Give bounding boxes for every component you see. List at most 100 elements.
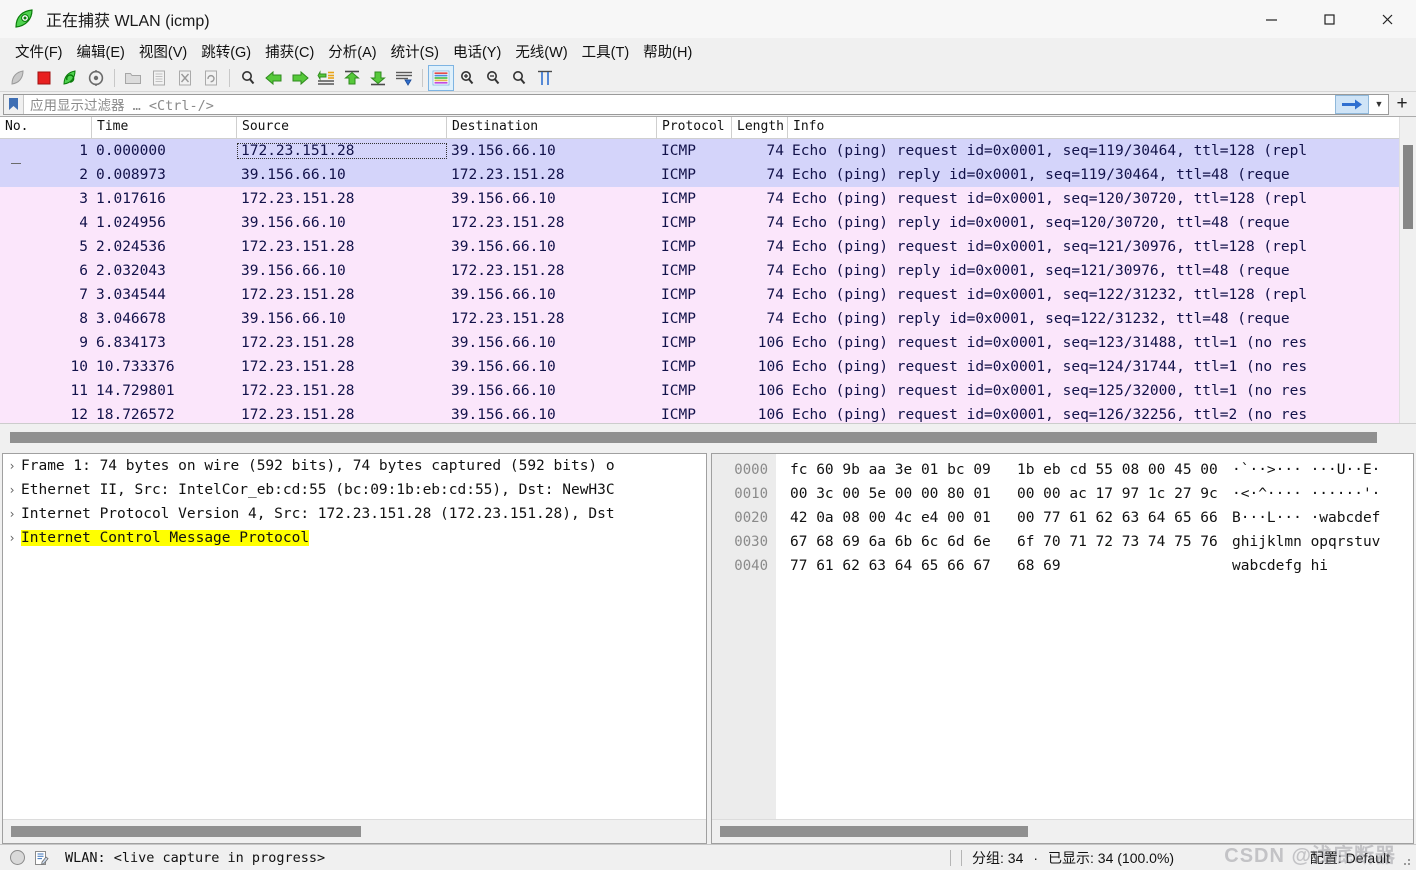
menu-analyze[interactable]: 分析(A) (321, 38, 383, 65)
column-header-protocol[interactable]: Protocol (657, 117, 732, 138)
zoom-out-icon[interactable] (481, 66, 505, 90)
detail-tree-item[interactable]: › Internet Protocol Version 4, Src: 172.2… (3, 502, 706, 526)
scrollbar-thumb[interactable] (1403, 145, 1413, 229)
cell-source: 39.156.66.10 (241, 215, 346, 231)
table-row[interactable]: 1 0.000000 172.23.151.28 39.156.66.10 ICMP 74… (0, 139, 1399, 164)
scrollbar-thumb[interactable] (720, 826, 1028, 837)
go-first-packet-icon[interactable] (340, 66, 364, 90)
menu-tools[interactable]: 工具(T) (575, 38, 637, 65)
menu-edit[interactable]: 编辑(E) (70, 38, 132, 65)
go-last-packet-icon[interactable] (366, 66, 390, 90)
reload-file-icon[interactable] (199, 66, 223, 90)
menu-go[interactable]: 跳转(G) (194, 38, 258, 65)
menu-capture[interactable]: 捕获(C) (258, 38, 321, 65)
filter-input-container[interactable]: 应用显示过滤器 … <Ctrl-/> ▼ (3, 93, 1389, 115)
stop-capture-icon[interactable] (32, 66, 56, 90)
detail-tree-item[interactable]: › Ethernet II, Src: IntelCor_eb:cd:55 (bc… (3, 478, 706, 502)
table-row[interactable]: 12 18.726572 172.23.151.28 39.156.66.10 ICMP… (0, 403, 1399, 423)
detail-tree-item[interactable]: › Internet Control Message Protocol (3, 526, 706, 550)
packet-details-pane: › Frame 1: 74 bytes on wire (592 bits), 7… (2, 453, 707, 844)
maximize-button[interactable] (1300, 0, 1358, 38)
cell-info: Echo (ping) request id=0x0001, seq=121/3… (792, 239, 1308, 255)
packet-list-column-header[interactable]: No. Time Source Destination Protocol Length In… (0, 117, 1399, 139)
restart-capture-icon[interactable] (58, 66, 82, 90)
table-row[interactable]: 8 3.046678 39.156.66.10 172.23.151.28 ICMP 74… (0, 307, 1399, 331)
table-row[interactable]: 7 3.034544 172.23.151.28 39.156.66.10 ICMP 74… (0, 283, 1399, 307)
filter-input[interactable]: 应用显示过滤器 … <Ctrl-/> (24, 94, 1335, 114)
zoom-in-icon[interactable] (455, 66, 479, 90)
hex-line[interactable]: 77 61 62 63 64 65 66 67 68 69 wabcdefg hi (776, 554, 1413, 578)
find-packet-icon[interactable] (236, 66, 260, 90)
cell-length: 74 (766, 263, 784, 279)
hex-line[interactable]: fc 60 9b aa 3e 01 bc 09 1b eb cd 55 08 0… (776, 458, 1413, 482)
save-file-icon[interactable] (147, 66, 171, 90)
table-row[interactable]: 10 10.733376 172.23.151.28 39.156.66.10 ICMP… (0, 355, 1399, 379)
cell-no: 9 (79, 335, 88, 351)
column-header-no[interactable]: No. (0, 117, 92, 138)
hex-line[interactable]: 67 68 69 6a 6b 6c 6d 6e 6f 70 71 72 73 7… (776, 530, 1413, 554)
details-horizontal-scrollbar[interactable] (3, 819, 706, 843)
chevron-right-icon[interactable]: › (3, 459, 21, 473)
apply-filter-arrow-icon[interactable] (1335, 94, 1369, 114)
add-filter-button[interactable]: + (1391, 93, 1413, 115)
zoom-reset-icon[interactable] (507, 66, 531, 90)
column-header-source[interactable]: Source (237, 117, 447, 138)
menu-telephony[interactable]: 电话(Y) (446, 38, 508, 65)
resize-columns-icon[interactable] (533, 66, 557, 90)
chevron-right-icon[interactable]: › (3, 507, 21, 521)
column-header-length[interactable]: Length (732, 117, 788, 138)
hex-content[interactable]: fc 60 9b aa 3e 01 bc 09 1b eb cd 55 08 0… (776, 454, 1413, 819)
capture-status-circle-icon[interactable] (10, 850, 25, 865)
bytes-horizontal-scrollbar[interactable] (712, 819, 1413, 843)
expert-info-icon[interactable] (33, 850, 49, 866)
packet-counts: 分组: 34 · 已显示: 34 (100.0%) (950, 848, 1174, 868)
menu-wireless[interactable]: 无线(W) (508, 38, 574, 65)
column-header-destination[interactable]: Destination (447, 117, 657, 138)
chevron-down-icon[interactable]: ▼ (1370, 95, 1388, 114)
hex-dump-view[interactable]: 0000 0010 0020 0030 0040 fc 60 9b aa 3e 01 b… (712, 454, 1413, 819)
cell-protocol: ICMP (661, 239, 696, 255)
packet-list-horizontal-scrollbar[interactable] (0, 423, 1416, 450)
bookmark-icon[interactable] (4, 94, 24, 114)
packet-details-tree[interactable]: › Frame 1: 74 bytes on wire (592 bits), 7… (3, 454, 706, 819)
hex-line[interactable]: 00 3c 00 5e 00 00 80 01 00 00 ac 17 97 1… (776, 482, 1413, 506)
table-row[interactable]: 3 1.017616 172.23.151.28 39.156.66.10 ICMP 74… (0, 187, 1399, 211)
close-button[interactable] (1358, 0, 1416, 38)
menu-view[interactable]: 视图(V) (132, 38, 194, 65)
menu-help[interactable]: 帮助(H) (636, 38, 699, 65)
main-toolbar (0, 64, 1416, 92)
chevron-right-icon[interactable]: › (3, 531, 21, 545)
table-row[interactable]: 4 1.024956 39.156.66.10 172.23.151.28 ICMP 74… (0, 211, 1399, 235)
scrollbar-thumb[interactable] (11, 826, 361, 837)
auto-scroll-icon[interactable] (392, 66, 416, 90)
go-forward-icon[interactable] (288, 66, 312, 90)
open-file-icon[interactable] (121, 66, 145, 90)
menu-statistics[interactable]: 统计(S) (384, 38, 446, 65)
table-row[interactable]: 11 14.729801 172.23.151.28 39.156.66.10 ICMP… (0, 379, 1399, 403)
hex-line[interactable]: 42 0a 08 00 4c e4 00 01 00 77 61 62 63 6… (776, 506, 1413, 530)
table-row[interactable]: 9 6.834173 172.23.151.28 39.156.66.10 ICMP 10… (0, 331, 1399, 355)
packet-list-vertical-scrollbar[interactable] (1399, 117, 1416, 423)
cell-destination: 172.23.151.28 (451, 263, 565, 279)
profile-label[interactable]: 配置: Default (1310, 848, 1390, 868)
start-capture-icon[interactable] (6, 66, 30, 90)
table-row[interactable]: 6 2.032043 39.156.66.10 172.23.151.28 ICMP 74… (0, 259, 1399, 283)
column-header-time[interactable]: Time (92, 117, 237, 138)
minimize-button[interactable] (1242, 0, 1300, 38)
packet-list-pane: No. Time Source Destination Protocol Length In… (0, 116, 1416, 450)
column-header-info[interactable]: Info (788, 117, 1399, 138)
close-file-icon[interactable] (173, 66, 197, 90)
chevron-right-icon[interactable]: › (3, 483, 21, 497)
packet-list-rows[interactable]: 1 0.000000 172.23.151.28 39.156.66.10 ICMP 74… (0, 139, 1399, 423)
resize-grip-icon[interactable] (1400, 855, 1412, 867)
table-row[interactable]: 5 2.024536 172.23.151.28 39.156.66.10 ICMP 74… (0, 235, 1399, 259)
capture-options-icon[interactable] (84, 66, 108, 90)
cell-destination: 39.156.66.10 (451, 335, 556, 351)
go-to-packet-icon[interactable] (314, 66, 338, 90)
detail-tree-item[interactable]: › Frame 1: 74 bytes on wire (592 bits), 7… (3, 454, 706, 478)
table-row[interactable]: 2 0.008973 39.156.66.10 172.23.151.28 ICMP 74… (0, 163, 1399, 187)
go-back-icon[interactable] (262, 66, 286, 90)
scrollbar-thumb[interactable] (10, 431, 1377, 443)
colorize-packets-icon[interactable] (428, 64, 454, 91)
menu-file[interactable]: 文件(F) (8, 38, 70, 65)
